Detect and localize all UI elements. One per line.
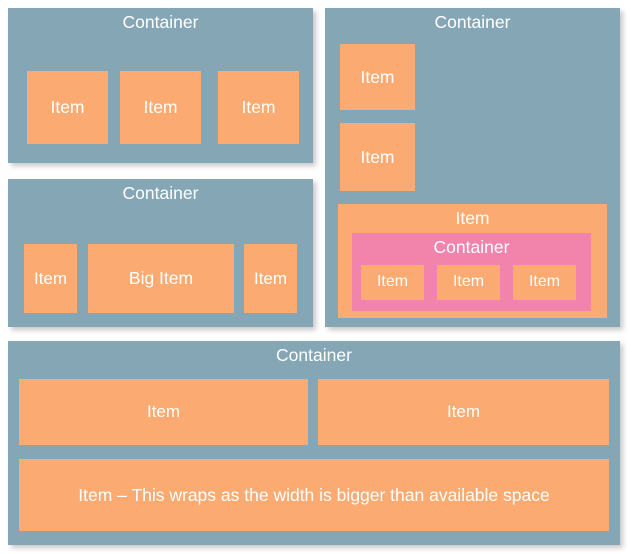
item-label: Item (452, 273, 485, 291)
item-box-wrapping[interactable]: Item – This wraps as the width is bigger… (19, 459, 609, 531)
item-box[interactable]: Item (19, 379, 308, 445)
item-box[interactable]: Item (340, 123, 415, 191)
item-label: Item (455, 208, 490, 228)
item-label: Item (33, 268, 68, 288)
item-box[interactable]: Item (244, 244, 297, 313)
container-caption: Container (433, 237, 510, 257)
item-label: Item (50, 97, 85, 118)
item-label: Item (143, 97, 178, 118)
item-label: Item (360, 146, 395, 167)
container-caption: Container (122, 12, 199, 32)
item-label: Item (360, 66, 395, 87)
item-box[interactable]: Item (218, 71, 299, 144)
item-box[interactable]: Item (24, 244, 77, 313)
item-label: Item (376, 273, 409, 291)
item-box-big[interactable]: Big Item (88, 244, 234, 313)
container-caption: Container (276, 345, 352, 365)
item-box[interactable]: Item (437, 265, 500, 300)
item-box[interactable]: Item (120, 71, 201, 144)
item-label: Item (146, 402, 181, 422)
container-caption: Container (122, 183, 199, 203)
diagram-canvas: Container Item Item Item Container Item … (0, 0, 632, 554)
container-caption: Container (434, 12, 511, 32)
item-box[interactable]: Item (513, 265, 576, 300)
item-box[interactable]: Item (340, 44, 415, 110)
item-label: Big Item (128, 268, 194, 289)
item-box[interactable]: Item (318, 379, 609, 445)
item-label: Item (253, 268, 288, 288)
item-label: Item (528, 273, 561, 291)
item-label: Item – This wraps as the width is bigger… (78, 484, 550, 505)
item-box[interactable]: Item (27, 71, 108, 144)
item-label: Item (241, 97, 276, 118)
item-box[interactable]: Item (361, 265, 424, 300)
item-label: Item (446, 402, 481, 422)
